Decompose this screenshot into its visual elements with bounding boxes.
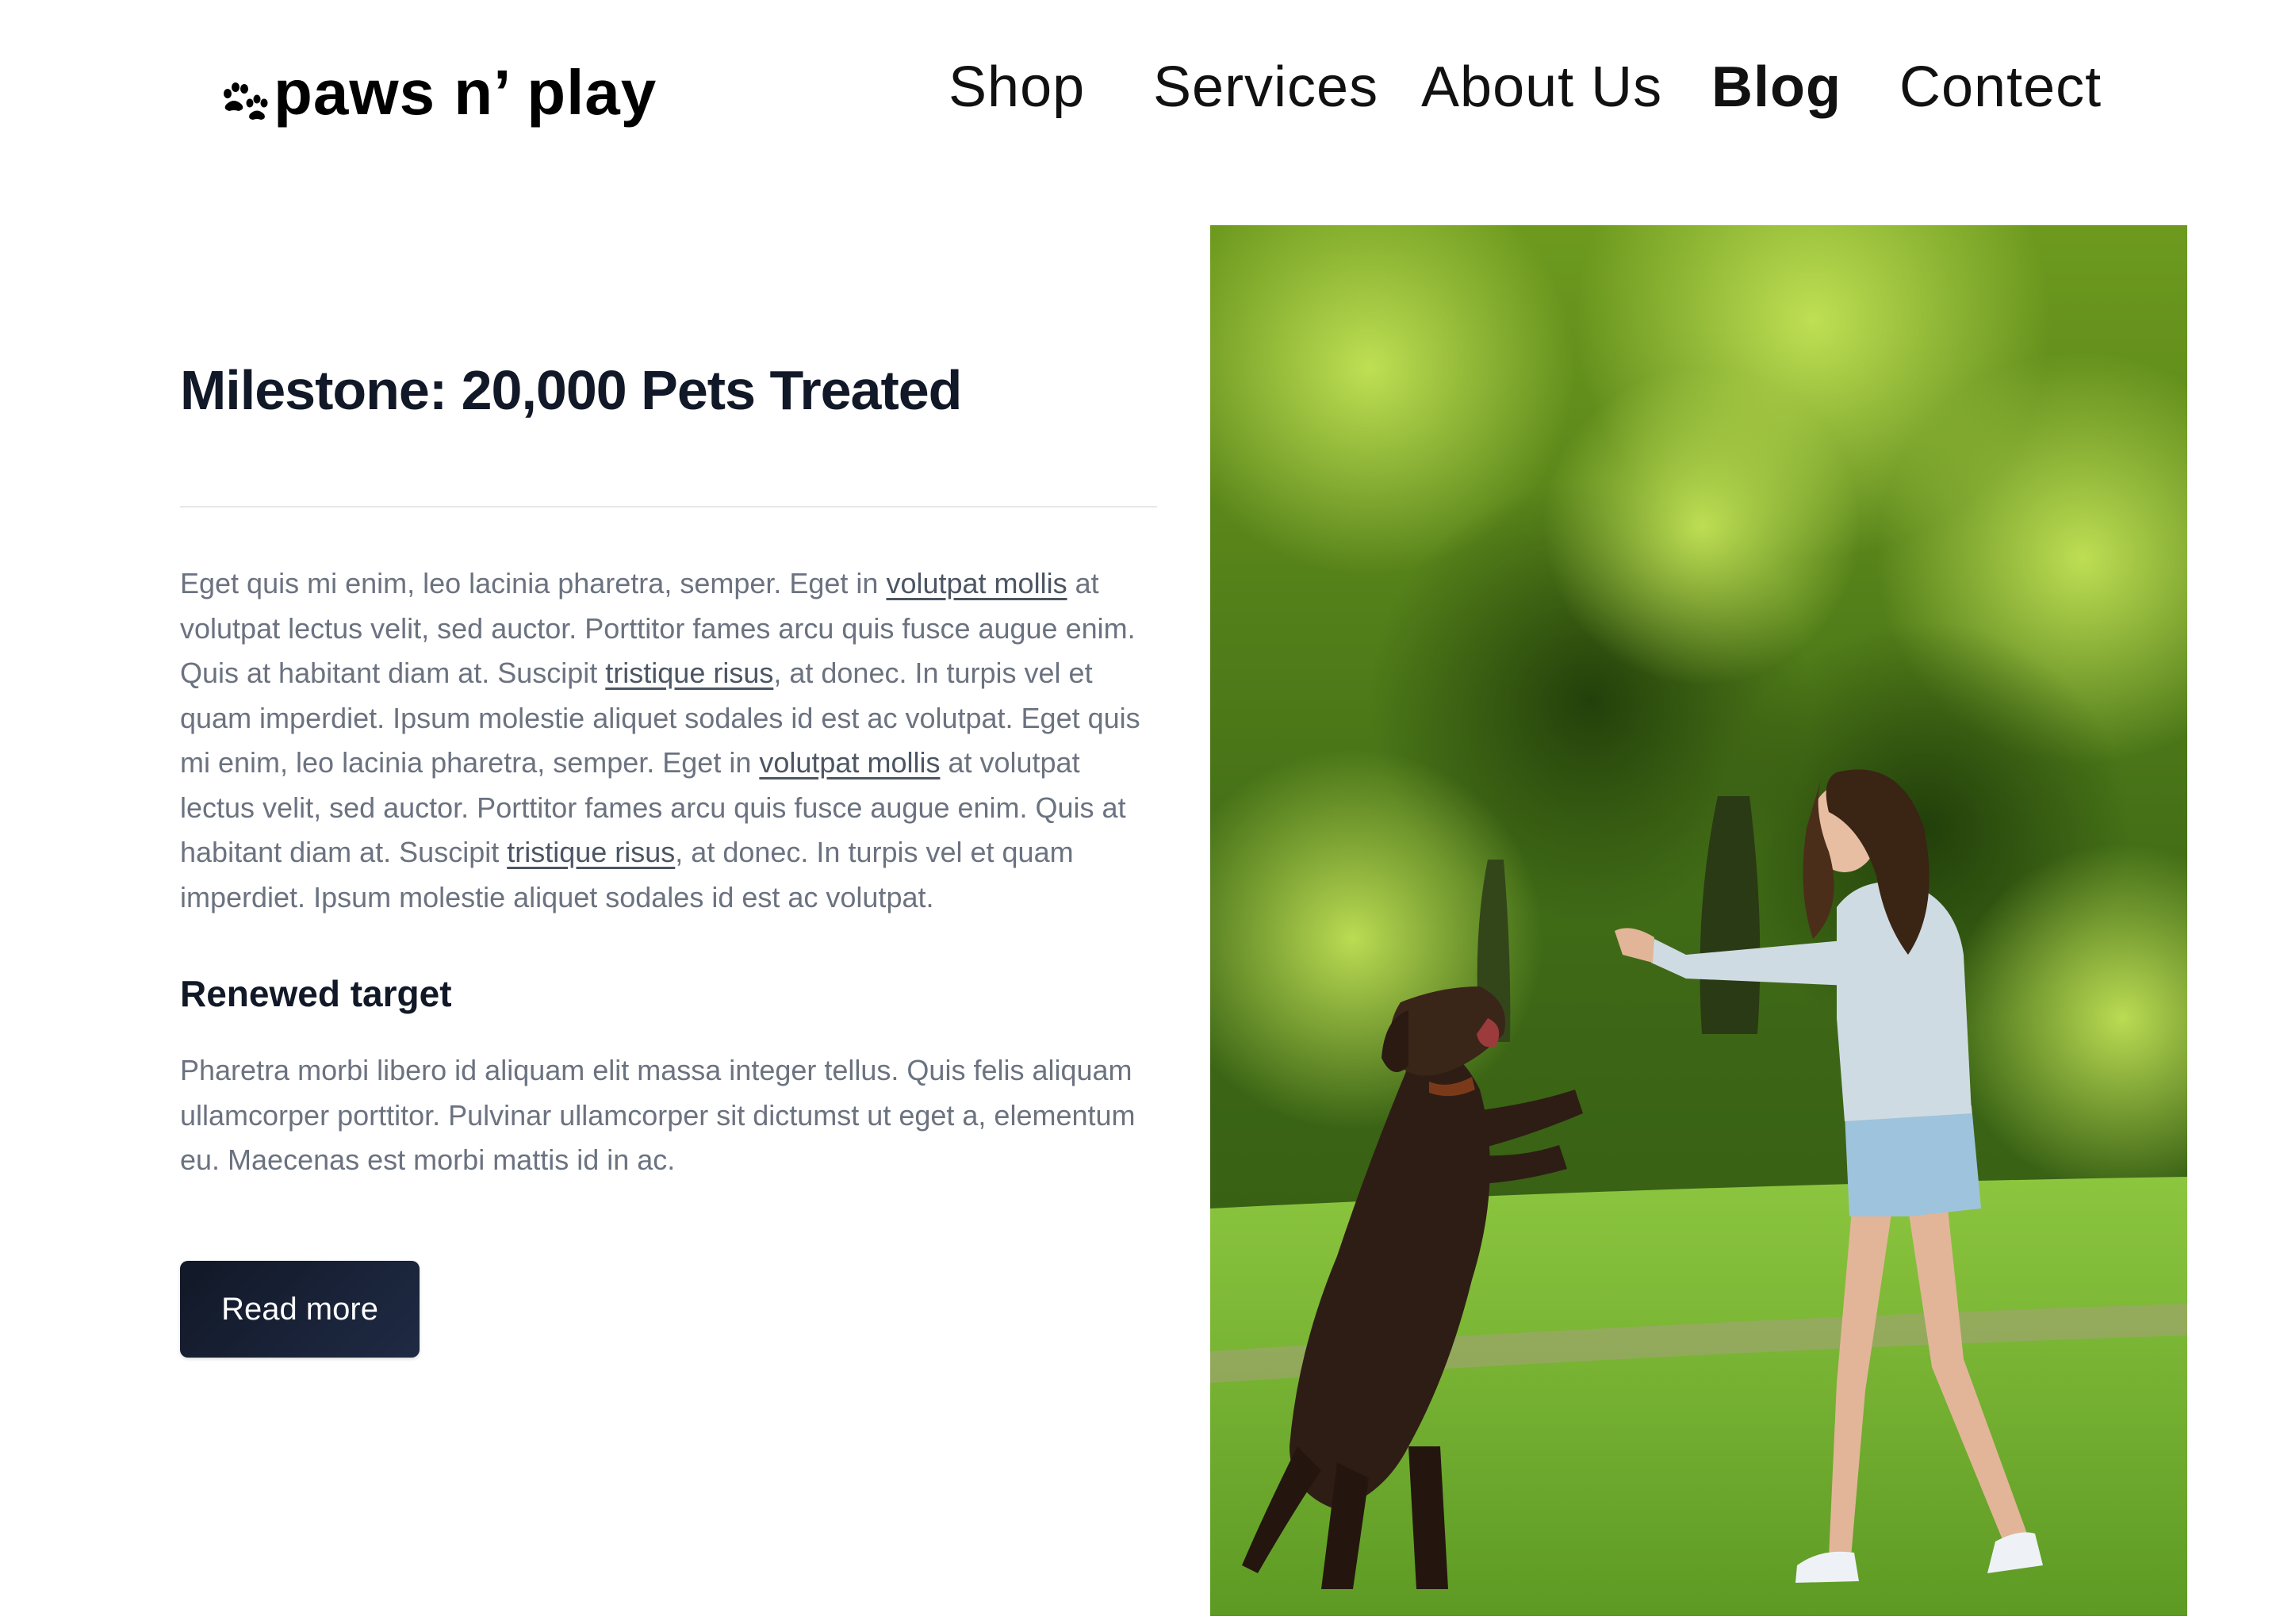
section-body: Pharetra morbi libero id aliquam elit ma… (180, 1054, 1136, 1176)
body-text-segment: Eget quis mi enim, leo lacinia pharetra,… (180, 567, 887, 599)
divider (180, 506, 1157, 508)
inline-link[interactable]: tristique risus (507, 836, 675, 868)
article-photo (1210, 225, 2187, 1616)
read-more-button[interactable]: Read more (180, 1261, 420, 1358)
inline-link[interactable]: volutpat mollis (759, 746, 940, 779)
nav-item-blog[interactable]: Blog (1711, 59, 1841, 116)
section-heading: Renewed target (180, 973, 452, 1014)
inline-link[interactable]: tristique risus (605, 657, 773, 689)
article-body: Eget quis mi enim, leo lacinia pharetra,… (180, 561, 1157, 920)
article-title: Milestone: 20,000 Pets Treated (180, 359, 962, 421)
nav-item-contact[interactable]: Contect (1899, 59, 2102, 116)
nav-item-about-us[interactable]: About Us (1421, 59, 1662, 116)
nav-item-services[interactable]: Services (1153, 59, 1378, 116)
inline-link[interactable]: volutpat mollis (886, 567, 1067, 599)
main-nav: Shop Services About Us Blog Contect (0, 48, 2284, 135)
nav-item-shop[interactable]: Shop (948, 59, 1085, 116)
photo-illustration (1210, 225, 2187, 1616)
